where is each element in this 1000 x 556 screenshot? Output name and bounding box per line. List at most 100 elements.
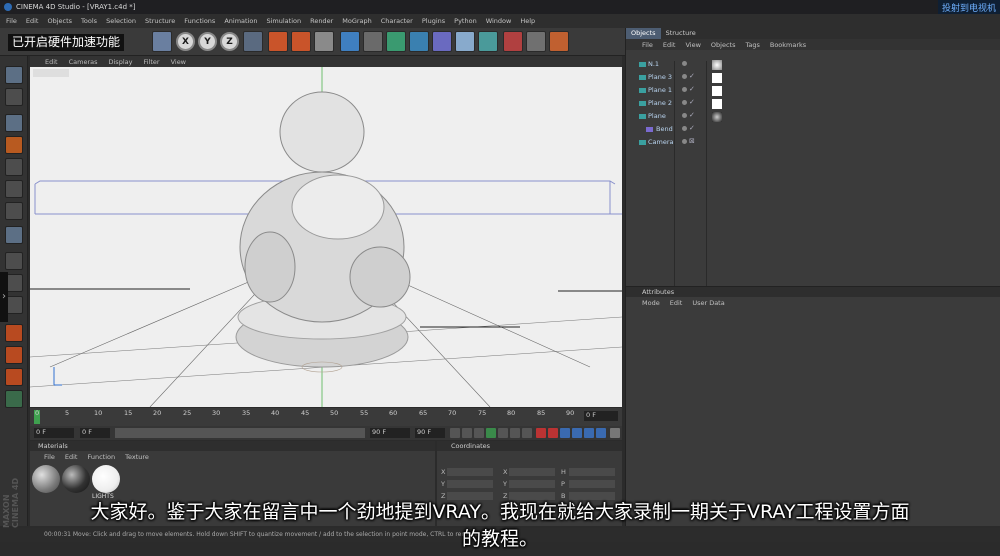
record-keys-icon[interactable] [536,428,546,438]
attributes-menu-edit[interactable]: Edit [670,299,683,307]
visibility-dot[interactable] [682,139,687,144]
objects-menu-objects[interactable]: Objects [711,41,736,49]
objects-menu-view[interactable]: View [685,41,700,49]
camera-target-icon[interactable]: ⊠ [689,137,695,145]
timeline-ruler[interactable]: 0 5 10 15 20 25 30 35 40 45 50 55 60 65 … [30,408,622,426]
x-axis-lock-button[interactable]: X [176,32,195,51]
next-frame-icon[interactable] [498,428,508,438]
coord-rot-p-field[interactable] [569,480,615,488]
material-tag-icon[interactable] [712,112,722,122]
prev-key-icon[interactable] [462,428,472,438]
menu-animation[interactable]: Animation [224,17,257,25]
spline-tool-icon[interactable] [5,390,23,408]
array-cloner-icon[interactable] [409,31,429,52]
key-position-icon[interactable] [572,428,582,438]
camera-object-icon[interactable] [503,31,523,52]
light-object-icon[interactable] [549,31,569,52]
menu-simulation[interactable]: Simulation [266,17,301,25]
materials-menu-function[interactable]: Function [87,453,115,461]
point-mode-icon[interactable] [5,158,23,176]
menu-functions[interactable]: Functions [184,17,215,25]
spline-pen-icon[interactable] [363,31,383,52]
python-script-icon[interactable] [526,31,546,52]
subdivision-nurbs-icon[interactable] [386,31,406,52]
tab-objects[interactable]: Objects [626,28,661,39]
collapse-panel-arrow-icon[interactable]: › [0,272,8,322]
preview-range-slider[interactable] [115,428,365,438]
objects-menu-tags[interactable]: Tags [745,41,759,49]
autokey-icon[interactable] [548,428,558,438]
enabled-check-icon[interactable]: ✓ [689,124,695,132]
move-tool-icon[interactable] [152,31,172,52]
material-swatch-2[interactable] [62,465,90,493]
render-settings-icon[interactable] [314,31,334,52]
edge-mode-icon[interactable] [5,180,23,198]
object-axis-mode-icon[interactable] [5,114,23,132]
viewport-menu-edit[interactable]: Edit [45,58,58,66]
viewport-menu-cameras[interactable]: Cameras [69,58,98,66]
environment-sky-icon[interactable] [455,31,475,52]
y-axis-lock-button[interactable]: Y [198,32,217,51]
prev-frame-icon[interactable] [474,428,484,438]
material-tag-icon[interactable] [712,86,722,96]
menu-plugins[interactable]: Plugins [422,17,445,25]
preview-end-field[interactable]: 90 F [415,428,445,438]
menu-help[interactable]: Help [520,17,535,25]
visibility-dot[interactable] [682,126,687,131]
materials-menu-texture[interactable]: Texture [125,453,149,461]
make-editable-icon[interactable] [5,66,23,84]
enabled-check-icon[interactable]: ✓ [689,111,695,119]
material-tag-icon[interactable] [712,99,722,109]
visibility-dot[interactable] [682,113,687,118]
enabled-check-icon[interactable]: ✓ [689,98,695,106]
menu-edit[interactable]: Edit [26,17,39,25]
visibility-dot[interactable] [682,74,687,79]
cast-to-tv-button[interactable]: 投射到电视机 [937,0,1000,14]
materials-menu-edit[interactable]: Edit [65,453,78,461]
objects-menu-bookmarks[interactable]: Bookmarks [770,41,806,49]
render-view-icon[interactable] [268,31,288,52]
visibility-dot[interactable] [682,87,687,92]
material-swatch-lights[interactable] [92,465,120,493]
menu-character[interactable]: Character [381,17,413,25]
visibility-dot[interactable] [682,61,687,66]
polygon-mode-icon[interactable] [5,202,23,220]
render-picture-viewer-icon[interactable] [291,31,311,52]
object-row-camera[interactable]: Camera ⊠ [626,137,1000,149]
object-row-n1[interactable]: N.1 [626,59,1000,71]
object-row-plane1[interactable]: Plane 1 ✓ [626,85,1000,97]
menu-tools[interactable]: Tools [81,17,97,25]
menu-file[interactable]: File [6,17,17,25]
key-rotation-icon[interactable] [584,428,594,438]
snap-checker-icon[interactable] [5,252,23,270]
menu-render[interactable]: Render [310,17,333,25]
objects-menu-file[interactable]: File [642,41,653,49]
deformer-bend-icon[interactable] [432,31,452,52]
materials-menu-file[interactable]: File [44,453,55,461]
preview-start-field[interactable]: 0 F [80,428,110,438]
menu-python[interactable]: Python [454,17,477,25]
material-tag-icon[interactable] [712,60,722,70]
coord-pos-y-field[interactable] [447,480,493,488]
play-icon[interactable] [486,428,496,438]
current-frame-field[interactable]: 0 F [584,411,618,421]
viewport-menu-display[interactable]: Display [109,58,133,66]
object-row-plane2[interactable]: Plane 2 ✓ [626,98,1000,110]
character-tool-icon[interactable] [5,324,23,342]
attributes-menu-mode[interactable]: Mode [642,299,660,307]
coord-rot-h-field[interactable] [569,468,615,476]
next-key-icon[interactable] [510,428,520,438]
object-row-bend[interactable]: Bend ✓ [626,124,1000,136]
timeline-options-icon[interactable] [610,428,620,438]
viewport-menu-view[interactable]: View [171,58,186,66]
objects-menu-edit[interactable]: Edit [663,41,676,49]
cube-primitive-icon[interactable] [340,31,360,52]
enabled-check-icon[interactable]: ✓ [689,72,695,80]
object-row-plane[interactable]: Plane ✓ [626,111,1000,123]
menu-selection[interactable]: Selection [106,17,136,25]
key-scale-icon[interactable] [596,428,606,438]
menu-mograph[interactable]: MoGraph [342,17,372,25]
menu-objects[interactable]: Objects [47,17,72,25]
perspective-viewport[interactable] [30,67,622,407]
enabled-check-icon[interactable]: ✓ [689,85,695,93]
